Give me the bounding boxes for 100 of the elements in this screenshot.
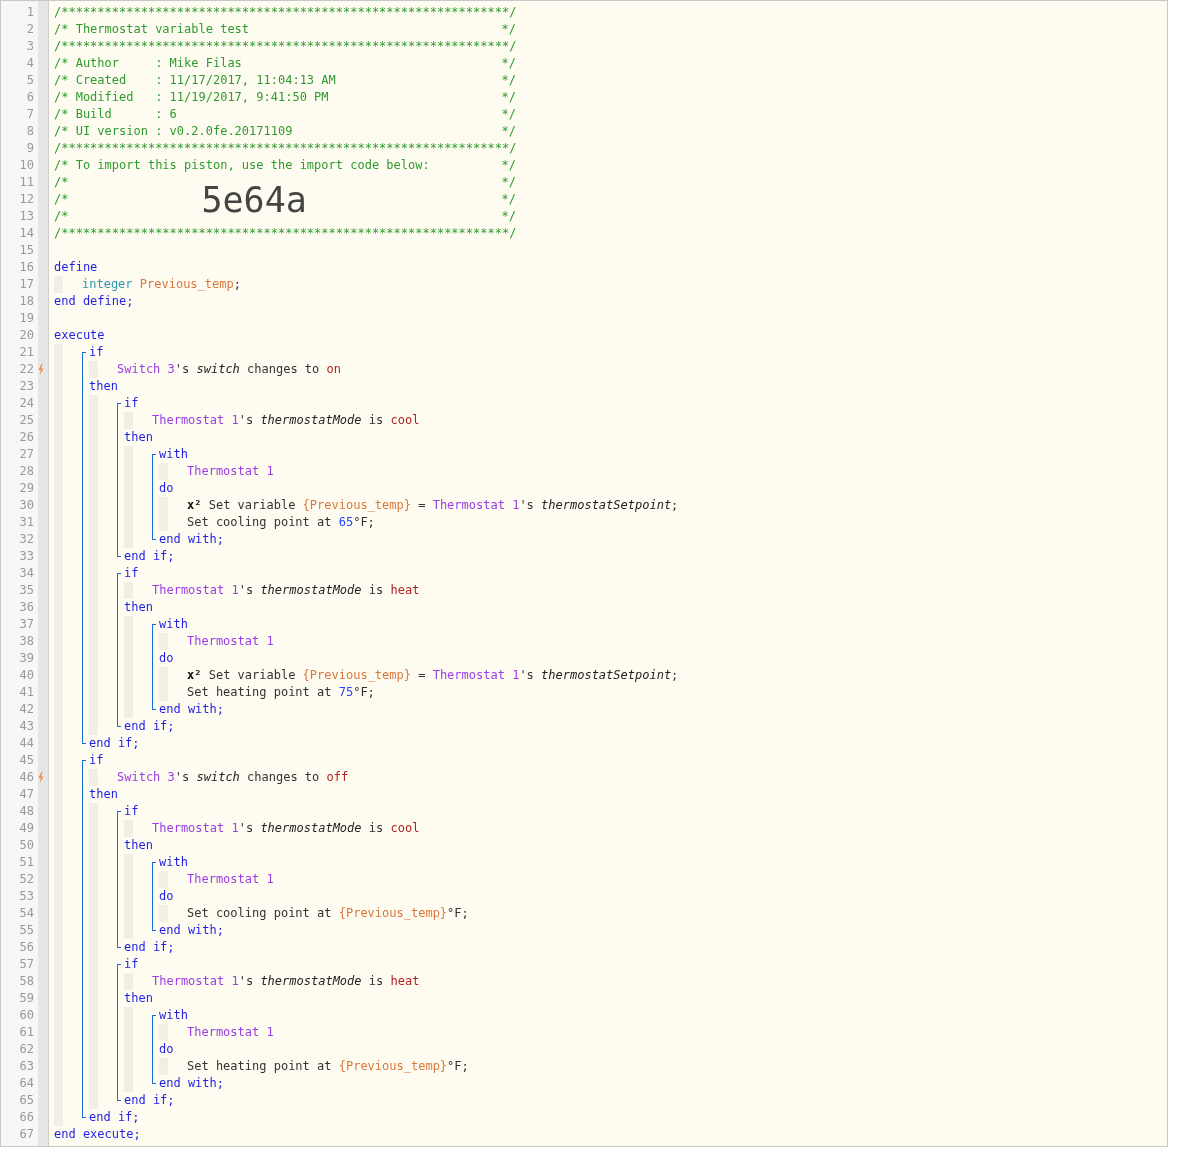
device-name: Switch 3 <box>117 361 175 378</box>
keyword: with <box>159 616 188 633</box>
code-text: 's <box>519 667 535 684</box>
line-number: 3 <box>25 38 34 55</box>
keyword: then <box>89 786 118 803</box>
line-number: 67 <box>18 1126 34 1143</box>
code-text: Set heating point at <box>187 684 333 701</box>
line-number: 21 <box>18 344 34 361</box>
line-number: 35 <box>18 582 34 599</box>
variable-name: {Previous_temp} <box>302 497 411 514</box>
value-text: cool <box>390 820 420 837</box>
keyword: end if; <box>124 548 175 565</box>
keyword: if <box>89 752 104 769</box>
keyword: if <box>89 344 104 361</box>
comment-text: /* UI version : v0.2.0fe.20171109 <box>54 123 293 140</box>
value-text: on <box>326 361 341 378</box>
code-text: 's <box>519 497 535 514</box>
device-name: Thermostat 1 <box>187 633 274 650</box>
line-number: 46 <box>18 769 34 786</box>
keyword: if <box>124 395 139 412</box>
comment-text: /* Author : Mike Filas <box>54 55 242 72</box>
code-text: °F; <box>353 684 375 701</box>
device-name: Thermostat 1 <box>152 820 239 837</box>
attribute-name: thermostatMode <box>260 582 362 599</box>
code-text: °F; <box>353 514 375 531</box>
line-number: 59 <box>18 990 34 1007</box>
keyword: do <box>159 888 174 905</box>
comment-text: */ <box>501 174 516 191</box>
line-number: 58 <box>18 973 34 990</box>
keyword: with <box>159 854 188 871</box>
line-number: 9 <box>25 140 34 157</box>
keyword: end if; <box>89 735 140 752</box>
code-text: Set cooling point at <box>187 514 333 531</box>
line-number: 37 <box>18 616 34 633</box>
line-number: 41 <box>18 684 34 701</box>
line-number: 45 <box>18 752 34 769</box>
number-value: 75 <box>338 684 354 701</box>
comment-text: /* Build : 6 <box>54 106 177 123</box>
line-number: 66 <box>18 1109 34 1126</box>
line-number: 15 <box>18 242 34 259</box>
comment-text: /* Modified : 11/19/2017, 9:41:50 PM <box>54 89 329 106</box>
line-number: 19 <box>18 310 34 327</box>
line-number: 25 <box>18 412 34 429</box>
line-number: 36 <box>18 599 34 616</box>
keyword: define <box>54 259 98 276</box>
value-text: off <box>326 769 349 786</box>
code-text: 's <box>174 769 191 786</box>
keyword: with <box>159 446 188 463</box>
import-code: 5e64a <box>201 181 307 218</box>
line-number: 64 <box>18 1075 34 1092</box>
line-number: 31 <box>18 514 34 531</box>
keyword: end execute; <box>54 1126 141 1143</box>
block-bracket <box>152 862 156 931</box>
keyword: end with; <box>159 531 225 548</box>
line-number: 60 <box>18 1007 34 1024</box>
attribute-name: switch <box>196 361 240 378</box>
comment-text: */ <box>501 106 516 123</box>
attribute-name: thermostatSetpoint <box>541 497 672 514</box>
type-keyword: integer <box>82 276 133 293</box>
device-name: Switch 3 <box>117 769 175 786</box>
device-name: Thermostat 1 <box>152 973 239 990</box>
line-number: 52 <box>18 871 34 888</box>
keyword: end with; <box>159 701 225 718</box>
comment-text: /* <box>54 174 69 191</box>
line-number: 24 <box>18 395 34 412</box>
keyword: end define; <box>54 293 134 310</box>
line-number: 61 <box>18 1024 34 1041</box>
line-number: 29 <box>18 480 34 497</box>
line-number: 63 <box>18 1058 34 1075</box>
code-text: 's <box>238 820 255 837</box>
comment-text: */ <box>501 89 516 106</box>
line-number: 5 <box>25 72 34 89</box>
keyword: then <box>124 837 153 854</box>
comment-text: */ <box>501 21 516 38</box>
line-number: 27 <box>18 446 34 463</box>
variable-name: {Previous_temp} <box>338 905 448 922</box>
line-number: 50 <box>18 837 34 854</box>
keyword: with <box>159 1007 188 1024</box>
code-text: Set heating point at <box>187 1058 333 1075</box>
keyword: then <box>124 990 153 1007</box>
keyword: end with; <box>159 922 225 939</box>
variable-name: {Previous_temp} <box>338 1058 448 1075</box>
keyword: end with; <box>159 1075 225 1092</box>
code-text: 's <box>174 361 191 378</box>
block-bracket <box>152 1015 156 1084</box>
line-number: 17 <box>18 276 34 293</box>
keyword: end if; <box>124 1092 175 1109</box>
device-name: Thermostat 1 <box>432 497 520 514</box>
line-number: 13 <box>18 208 34 225</box>
line-number: 4 <box>25 55 34 72</box>
line-number: 38 <box>18 633 34 650</box>
code-text: ; <box>671 667 679 684</box>
code-text: °F; <box>447 1058 469 1075</box>
attribute-name: thermostatMode <box>260 412 362 429</box>
line-number: 40 <box>18 667 34 684</box>
keyword: then <box>89 378 118 395</box>
code-text: changes to <box>246 769 321 786</box>
keyword: do <box>159 480 174 497</box>
line-number: 11 <box>18 174 34 191</box>
comment-text: /* Created : 11/17/2017, 11:04:13 AM <box>54 72 336 89</box>
